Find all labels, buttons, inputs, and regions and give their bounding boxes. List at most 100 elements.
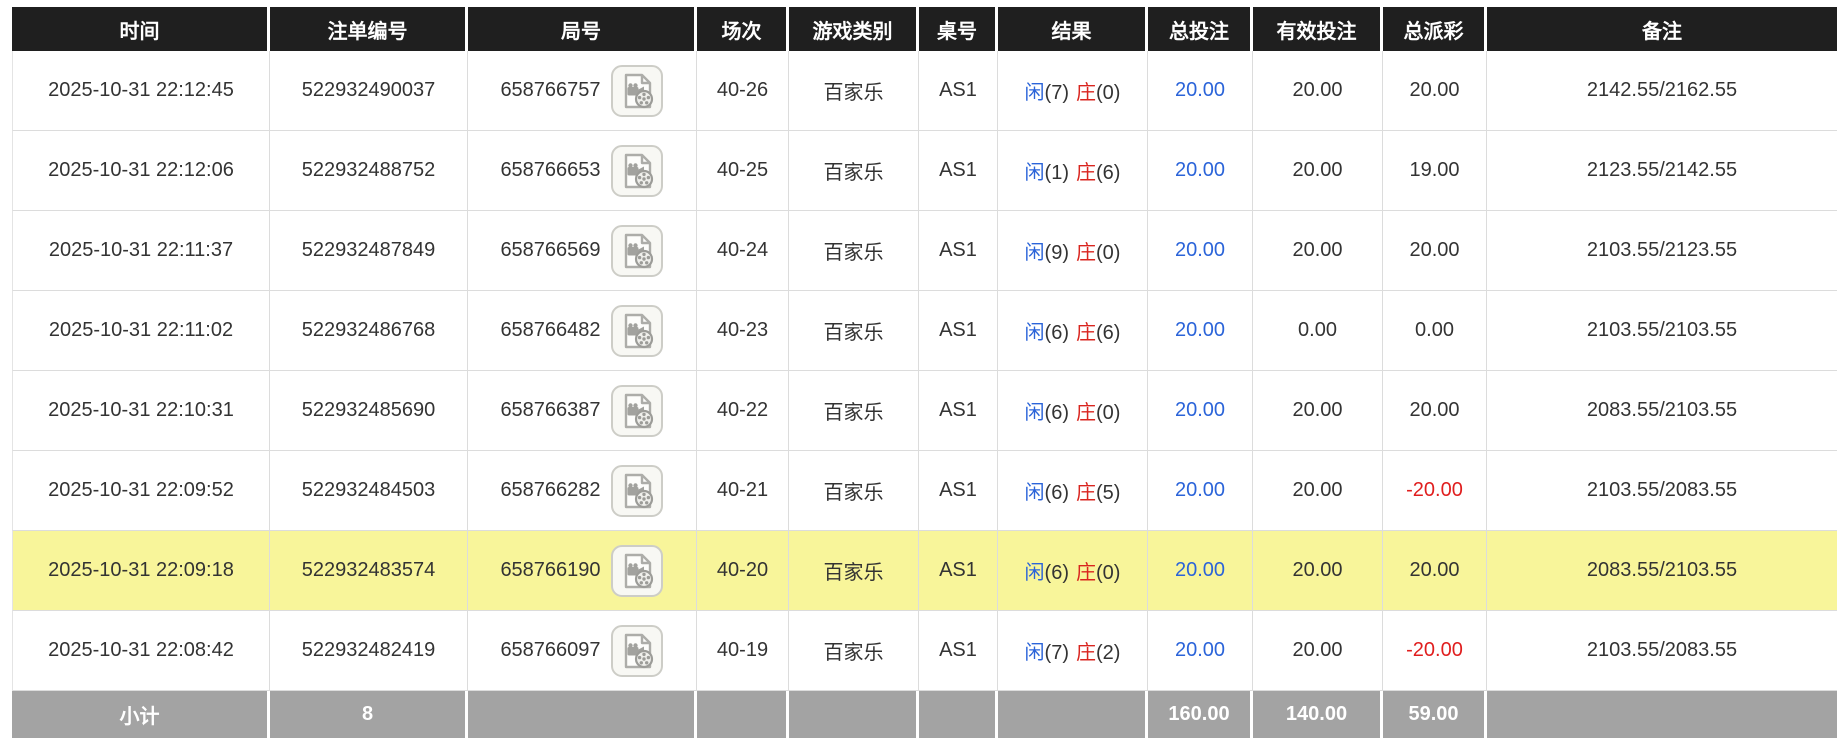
remark-cell: 2142.55/2162.55: [1487, 51, 1837, 131]
round-cell: 658766282: [468, 451, 697, 531]
time-cell: 2025-10-31 22:10:31: [12, 371, 270, 451]
table-no-cell: AS1: [919, 451, 998, 531]
result-player-label: 闲: [1024, 562, 1045, 584]
video-replay-button[interactable]: [610, 144, 664, 198]
session-cell: 40-20: [697, 531, 789, 611]
round-id: 658766097: [500, 639, 601, 661]
table-no-cell: AS1: [919, 51, 998, 131]
video-replay-icon: [610, 464, 663, 517]
total-bet-link[interactable]: 20.00: [1148, 291, 1253, 371]
video-replay-icon: [610, 624, 663, 677]
result-player-score: (6): [1044, 322, 1069, 344]
session-cell: 40-21: [697, 451, 789, 531]
subtotal-empty-cell: [998, 691, 1148, 738]
column-header-result: 结果: [998, 7, 1148, 51]
result-banker-label: 庄: [1076, 402, 1096, 424]
subtotal-row: 小计 8 160.00 140.00 59.00: [12, 691, 1837, 738]
game-type-cell: 百家乐: [789, 291, 919, 371]
result-cell: 闲(6) 庄(5): [998, 451, 1148, 531]
subtotal-empty-cell: [468, 691, 697, 738]
round-id: 658766190: [500, 559, 601, 581]
session-cell: 40-24: [697, 211, 789, 291]
round-id: 658766757: [500, 79, 601, 101]
total-bet-link[interactable]: 20.00: [1148, 51, 1253, 131]
subtotal-total-bet: 160.00: [1148, 691, 1253, 738]
valid-bet-cell: 20.00: [1253, 211, 1383, 291]
subtotal-empty-cell: [697, 691, 789, 738]
result-cell: 闲(6) 庄(6): [998, 291, 1148, 371]
table-no-cell: AS1: [919, 611, 998, 691]
result-banker-score: (5): [1096, 482, 1121, 504]
column-header-payout: 总派彩: [1383, 7, 1487, 51]
remark-cell: 2103.55/2123.55: [1487, 211, 1837, 291]
total-bet-link[interactable]: 20.00: [1148, 451, 1253, 531]
total-bet-link[interactable]: 20.00: [1148, 611, 1253, 691]
subtotal-empty-cell: [789, 691, 919, 738]
valid-bet-cell: 20.00: [1253, 451, 1383, 531]
result-player-score: (1): [1044, 162, 1069, 184]
time-cell: 2025-10-31 22:12:45: [12, 51, 270, 131]
round-cell: 658766757: [468, 51, 697, 131]
column-header-bet-id: 注单编号: [270, 7, 468, 51]
remark-cell: 2123.55/2142.55: [1487, 131, 1837, 211]
result-player-score: (7): [1044, 82, 1069, 104]
total-bet-link[interactable]: 20.00: [1148, 371, 1253, 451]
subtotal-label: 小计: [12, 691, 270, 738]
bet-id-cell: 522932485690: [270, 371, 468, 451]
result-player-label: 闲: [1024, 322, 1045, 344]
remark-cell: 2083.55/2103.55: [1487, 371, 1837, 451]
bet-id-cell: 522932487849: [270, 211, 468, 291]
game-type-cell: 百家乐: [789, 131, 919, 211]
round-cell: 658766097: [468, 611, 697, 691]
video-replay-button[interactable]: [610, 544, 664, 598]
result-player-score: (7): [1044, 642, 1069, 664]
round-cell: 658766482: [468, 291, 697, 371]
result-player-score: (6): [1044, 402, 1069, 424]
video-replay-button[interactable]: [610, 64, 664, 118]
session-cell: 40-23: [697, 291, 789, 371]
column-header-game-type: 游戏类别: [789, 7, 919, 51]
result-player-label: 闲: [1024, 242, 1045, 264]
valid-bet-cell: 20.00: [1253, 51, 1383, 131]
video-replay-button[interactable]: [610, 224, 664, 278]
video-replay-button[interactable]: [610, 624, 664, 678]
video-replay-button[interactable]: [610, 464, 664, 518]
time-cell: 2025-10-31 22:11:02: [12, 291, 270, 371]
column-header-table-no: 桌号: [919, 7, 998, 51]
game-type-cell: 百家乐: [789, 51, 919, 131]
result-cell: 闲(1) 庄(6): [998, 131, 1148, 211]
payout-cell: 19.00: [1383, 131, 1487, 211]
valid-bet-cell: 20.00: [1253, 371, 1383, 451]
result-player-label: 闲: [1024, 402, 1045, 424]
total-bet-link[interactable]: 20.00: [1148, 131, 1253, 211]
total-bet-link[interactable]: 20.00: [1148, 211, 1253, 291]
total-bet-link[interactable]: 20.00: [1148, 531, 1253, 611]
time-cell: 2025-10-31 22:11:37: [12, 211, 270, 291]
payout-cell: 0.00: [1383, 291, 1487, 371]
result-banker-label: 庄: [1076, 562, 1096, 584]
game-type-cell: 百家乐: [789, 451, 919, 531]
payout-cell: 20.00: [1383, 51, 1487, 131]
video-replay-button[interactable]: [610, 304, 664, 358]
result-banker-label: 庄: [1076, 482, 1096, 504]
result-banker-score: (2): [1096, 642, 1121, 664]
round-cell: 658766387: [468, 371, 697, 451]
result-player-label: 闲: [1024, 162, 1045, 184]
round-id: 658766387: [500, 399, 601, 421]
result-banker-label: 庄: [1076, 322, 1096, 344]
time-cell: 2025-10-31 22:09:52: [12, 451, 270, 531]
bet-history-table: 时间 注单编号 局号 场次 游戏类别 桌号 结果 总投注 有效投注 总派彩 备注…: [12, 7, 1837, 738]
result-player-score: (6): [1044, 562, 1069, 584]
table-no-cell: AS1: [919, 131, 998, 211]
bet-id-cell: 522932483574: [270, 531, 468, 611]
time-cell: 2025-10-31 22:09:18: [12, 531, 270, 611]
column-header-valid-bet: 有效投注: [1253, 7, 1383, 51]
game-type-cell: 百家乐: [789, 371, 919, 451]
table-row: 2025-10-31 22:10:31 522932485690 6587663…: [12, 371, 1837, 451]
result-player-label: 闲: [1024, 482, 1045, 504]
result-banker-score: (0): [1096, 242, 1121, 264]
table-no-cell: AS1: [919, 211, 998, 291]
bet-id-cell: 522932486768: [270, 291, 468, 371]
video-replay-button[interactable]: [610, 384, 664, 438]
result-player-score: (9): [1044, 242, 1069, 264]
